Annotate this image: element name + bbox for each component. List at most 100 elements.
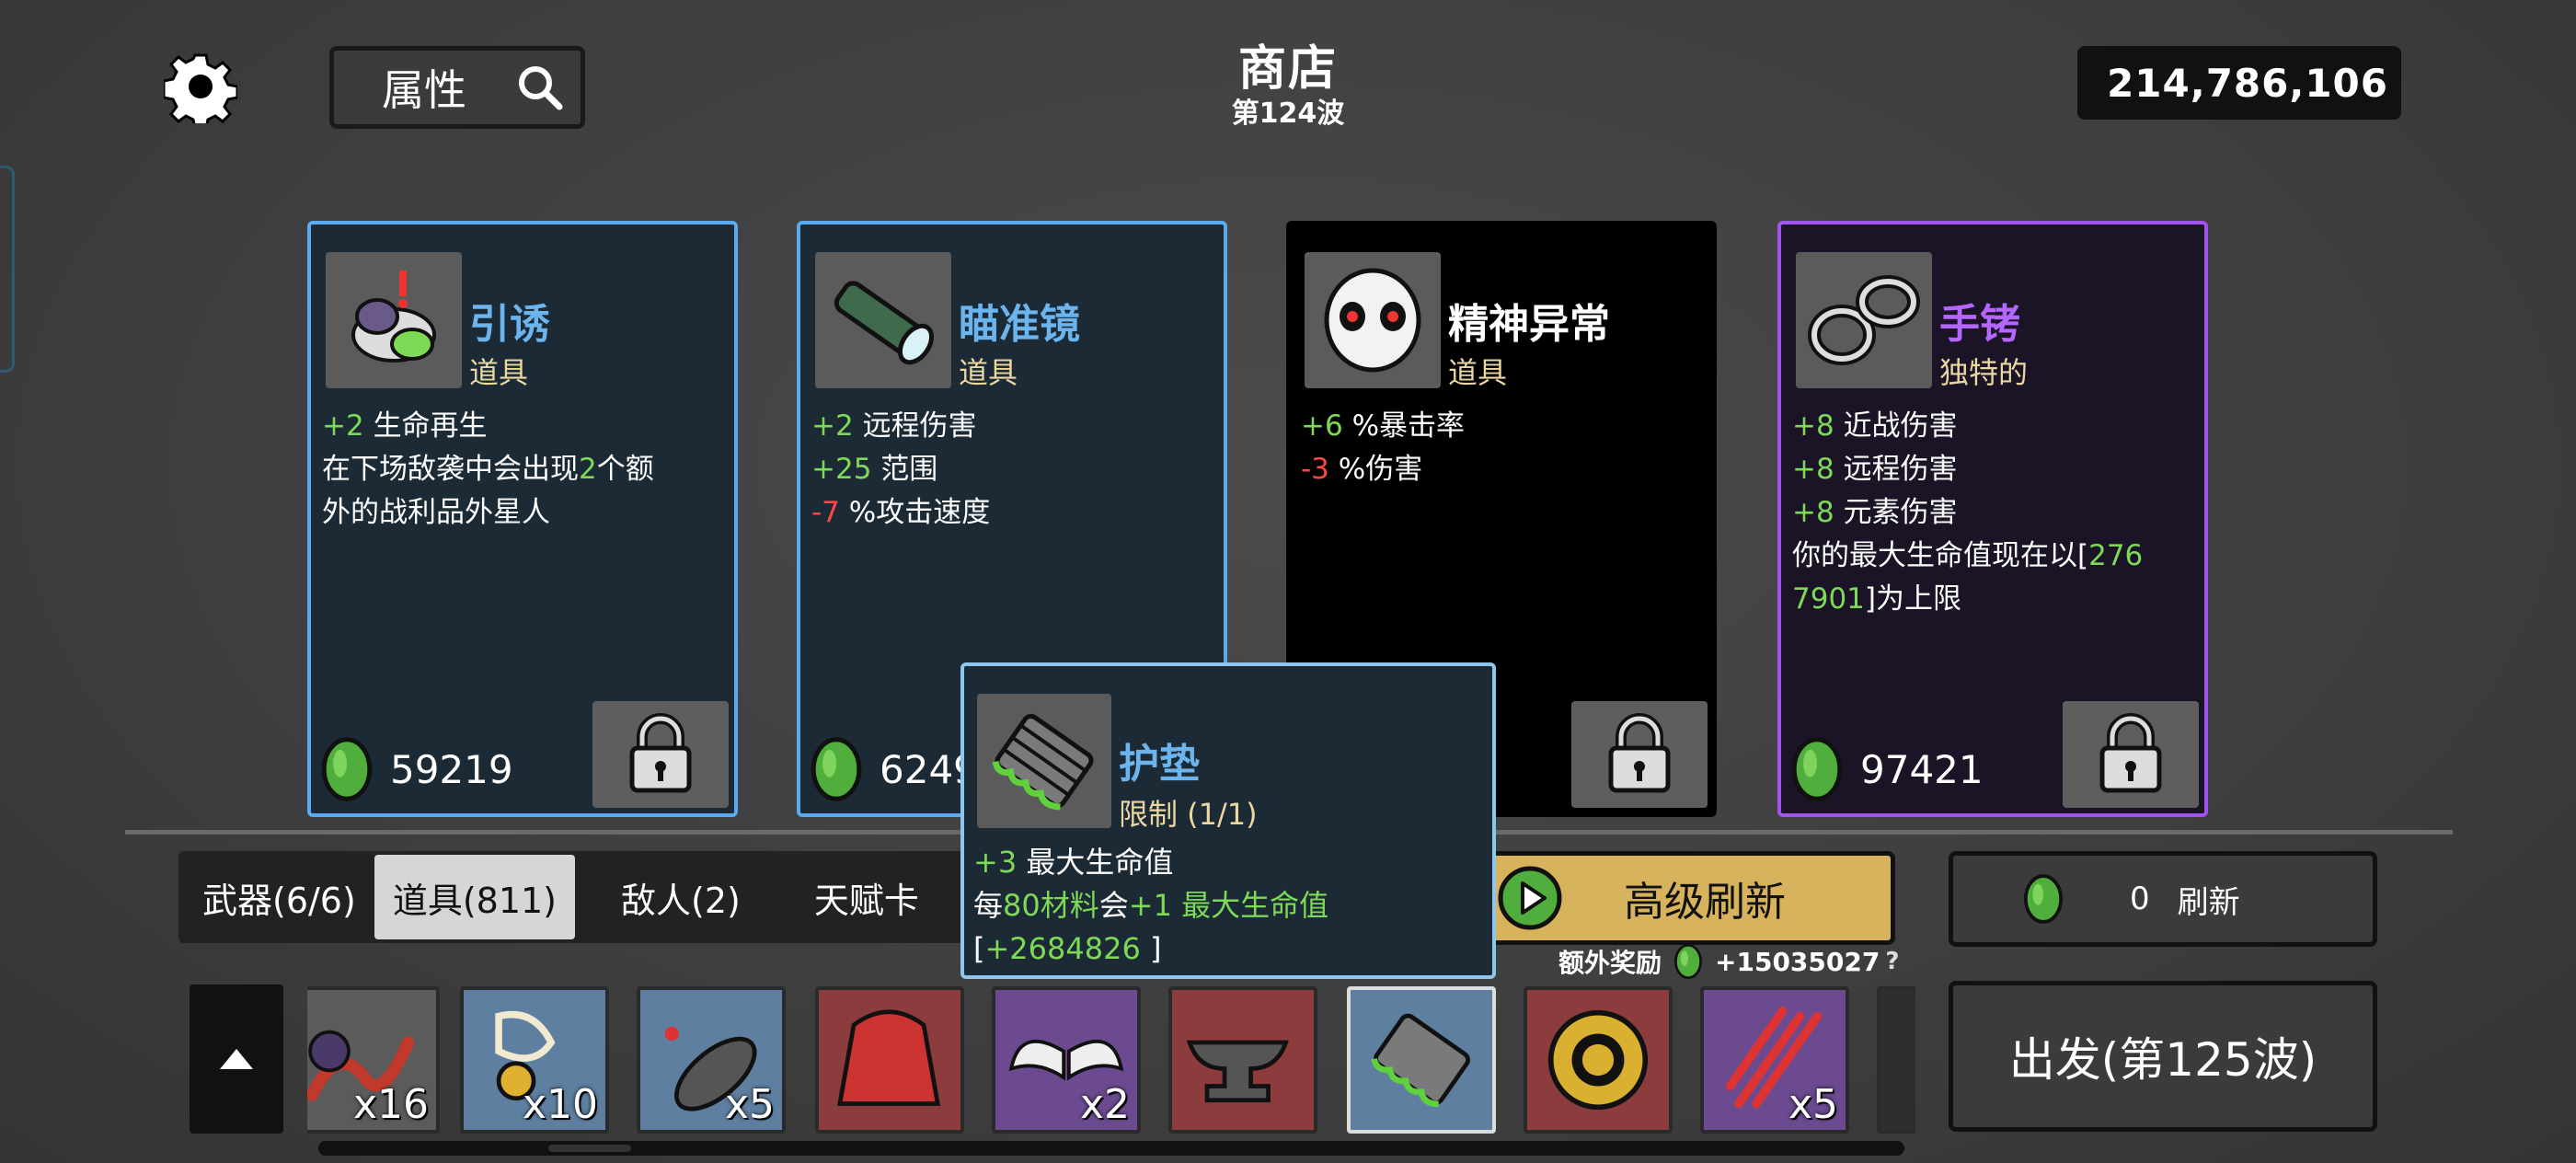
inventory-scrollbar[interactable] bbox=[318, 1141, 1904, 1156]
start-next-wave-button[interactable]: 出发(第125波) bbox=[1949, 981, 2377, 1132]
tab-talent-cards[interactable]: 天赋卡 bbox=[787, 855, 947, 939]
stat-text: 每 bbox=[973, 888, 1004, 923]
stat-text: 个额 bbox=[596, 453, 654, 486]
advanced-refresh-button[interactable]: 高级刷新 bbox=[1481, 851, 1895, 945]
stat-text: +8 bbox=[1792, 496, 1844, 529]
bonus-value: +15035027 bbox=[1715, 946, 1880, 977]
start-wave-label: 出发(第125波) bbox=[2008, 1033, 2317, 1087]
stat-text: 生命再生 bbox=[373, 409, 488, 443]
item-name: 精神异常 bbox=[1448, 301, 1610, 348]
scrollbar-thumb[interactable] bbox=[548, 1145, 631, 1152]
advanced-refresh-label: 高级刷新 bbox=[1624, 879, 1786, 926]
stat-text: ]为上限 bbox=[1864, 582, 1962, 616]
stat-text: 7901 bbox=[1792, 582, 1865, 616]
search-icon bbox=[519, 66, 563, 110]
stat-line: +25 范围 bbox=[811, 448, 1211, 491]
tooltip-stats: +3 最大生命值 每80材料会+1 最大生命值 [+2684826 ] bbox=[973, 841, 1483, 971]
refresh-button[interactable]: 0 刷新 bbox=[1949, 851, 2377, 947]
page-title: 商店 bbox=[1237, 41, 1338, 97]
inventory-slot[interactable]: x5 bbox=[1700, 986, 1849, 1134]
price-value: 97421 bbox=[1860, 746, 1984, 792]
item-name: 瞄准镜 bbox=[959, 301, 1080, 348]
stat-text: 276 bbox=[2088, 539, 2144, 572]
item-count: x5 bbox=[1788, 1081, 1838, 1128]
lock-button[interactable] bbox=[592, 701, 729, 808]
stat-text: %暴击率 bbox=[1351, 409, 1466, 443]
item-stats: +8 近战伤害 +8 远程伤害 +8 元素伤害 你的最大生命值现在以[276 7901]… bbox=[1792, 405, 2191, 621]
tooltip-item-name: 护垫 bbox=[1119, 741, 1200, 788]
stat-text: %伤害 bbox=[1338, 453, 1423, 486]
stat-text: +2684826 bbox=[984, 931, 1141, 966]
item-type: 独特的 bbox=[1939, 355, 2029, 390]
item-type: 道具 bbox=[469, 355, 529, 390]
stat-line: 每80材料会+1 最大生命值 bbox=[973, 884, 1483, 927]
bonus-label: 额外奖励 bbox=[1558, 948, 1662, 978]
shop-item-card[interactable]: 引诱 道具 +2 生命再生 在下场敌袭中会出现2个额 外的战利品外星人 59219 bbox=[307, 221, 738, 817]
stat-text: +2 bbox=[322, 409, 374, 443]
item-type: 道具 bbox=[1448, 355, 1508, 390]
stat-line: 7901]为上限 bbox=[1792, 578, 2191, 621]
item-stats: +2 生命再生 在下场敌袭中会出现2个额 外的战利品外星人 bbox=[322, 405, 721, 535]
inventory-slot[interactable] bbox=[1347, 986, 1496, 1134]
attribute-search-button[interactable]: 属性 bbox=[329, 46, 585, 129]
shop-item-card[interactable]: 手铐 独特的 +8 近战伤害 +8 远程伤害 +8 元素伤害 你的最大生命值现在以[276… bbox=[1777, 221, 2208, 817]
inventory-slot[interactable] bbox=[1168, 986, 1317, 1134]
inventory-slot[interactable]: x16 bbox=[307, 986, 440, 1134]
price-tag[interactable]: 59219 bbox=[318, 732, 513, 806]
inventory-bar: x16 x10 x5 x2 x5 bbox=[307, 985, 1915, 1135]
stat-text: +8 bbox=[1792, 409, 1844, 443]
play-icon bbox=[1498, 866, 1562, 930]
mask-icon bbox=[1305, 252, 1441, 388]
stat-line: +2 远程伤害 bbox=[811, 405, 1211, 448]
inventory-slot[interactable] bbox=[1524, 986, 1673, 1134]
expand-inventory-button[interactable] bbox=[190, 985, 283, 1134]
stat-line: 外的战利品外星人 bbox=[322, 491, 721, 535]
stat-text: 近战伤害 bbox=[1843, 409, 1958, 443]
stat-text: 在下场敌袭中会出现 bbox=[322, 453, 579, 486]
lock-button[interactable] bbox=[1571, 701, 1708, 808]
inventory-slot[interactable]: x2 bbox=[992, 986, 1141, 1134]
stat-text: 你的最大生命值现在以[ bbox=[1792, 539, 2089, 572]
item-count: x10 bbox=[522, 1081, 598, 1128]
stat-text: +1 最大生命值 bbox=[1128, 888, 1329, 923]
item-count: x5 bbox=[724, 1081, 775, 1128]
settings-gear-icon[interactable] bbox=[162, 50, 239, 131]
shop-title-block: 商店 第124波 bbox=[1196, 40, 1380, 131]
lure-icon bbox=[326, 252, 462, 388]
stat-text: 范围 bbox=[880, 453, 938, 486]
padding-icon bbox=[1351, 990, 1492, 1134]
item-type: 道具 bbox=[959, 355, 1018, 390]
stat-line: -3 %伤害 bbox=[1301, 448, 1700, 491]
bonus-help-icon[interactable]: ? bbox=[1885, 948, 1899, 975]
tab-items[interactable]: 道具(811) bbox=[374, 855, 575, 939]
stat-text: +25 bbox=[811, 453, 881, 486]
price-value: 59219 bbox=[390, 746, 513, 792]
stat-line: +3 最大生命值 bbox=[973, 841, 1483, 884]
bonus-reward: 额外奖励 +15035027 ? bbox=[1558, 943, 1899, 980]
stat-text: -7 bbox=[811, 496, 849, 529]
padding-icon bbox=[977, 694, 1111, 828]
stat-line: [+2684826 ] bbox=[973, 927, 1483, 971]
stat-line: +8 远程伤害 bbox=[1792, 448, 2191, 491]
price-tag[interactable]: 6249 bbox=[808, 732, 978, 806]
stat-text: -3 bbox=[1301, 453, 1339, 486]
inventory-slot[interactable]: x5 bbox=[637, 986, 786, 1134]
anvil-icon bbox=[1172, 990, 1314, 1134]
stat-text: 远程伤害 bbox=[862, 409, 977, 443]
tab-enemies[interactable]: 敌人(2) bbox=[575, 855, 787, 939]
hoodie-icon bbox=[819, 990, 960, 1134]
inventory-slot[interactable] bbox=[1877, 986, 1915, 1134]
lock-icon bbox=[629, 713, 692, 793]
stat-line: -7 %攻击速度 bbox=[811, 491, 1211, 535]
refresh-label: 刷新 bbox=[2177, 883, 2240, 921]
inventory-slot[interactable] bbox=[815, 986, 964, 1134]
price-tag[interactable]: 97421 bbox=[1788, 732, 1984, 806]
stat-text: +8 bbox=[1792, 453, 1844, 486]
inventory-slot[interactable]: x10 bbox=[460, 986, 609, 1134]
lock-button[interactable] bbox=[2063, 701, 2199, 808]
item-count: x16 bbox=[352, 1081, 429, 1128]
tab-weapons[interactable]: 武器(6/6) bbox=[184, 855, 374, 939]
side-panel-tab[interactable] bbox=[0, 166, 15, 373]
coin-icon bbox=[1527, 990, 1669, 1134]
stat-text: +3 bbox=[973, 845, 1027, 880]
